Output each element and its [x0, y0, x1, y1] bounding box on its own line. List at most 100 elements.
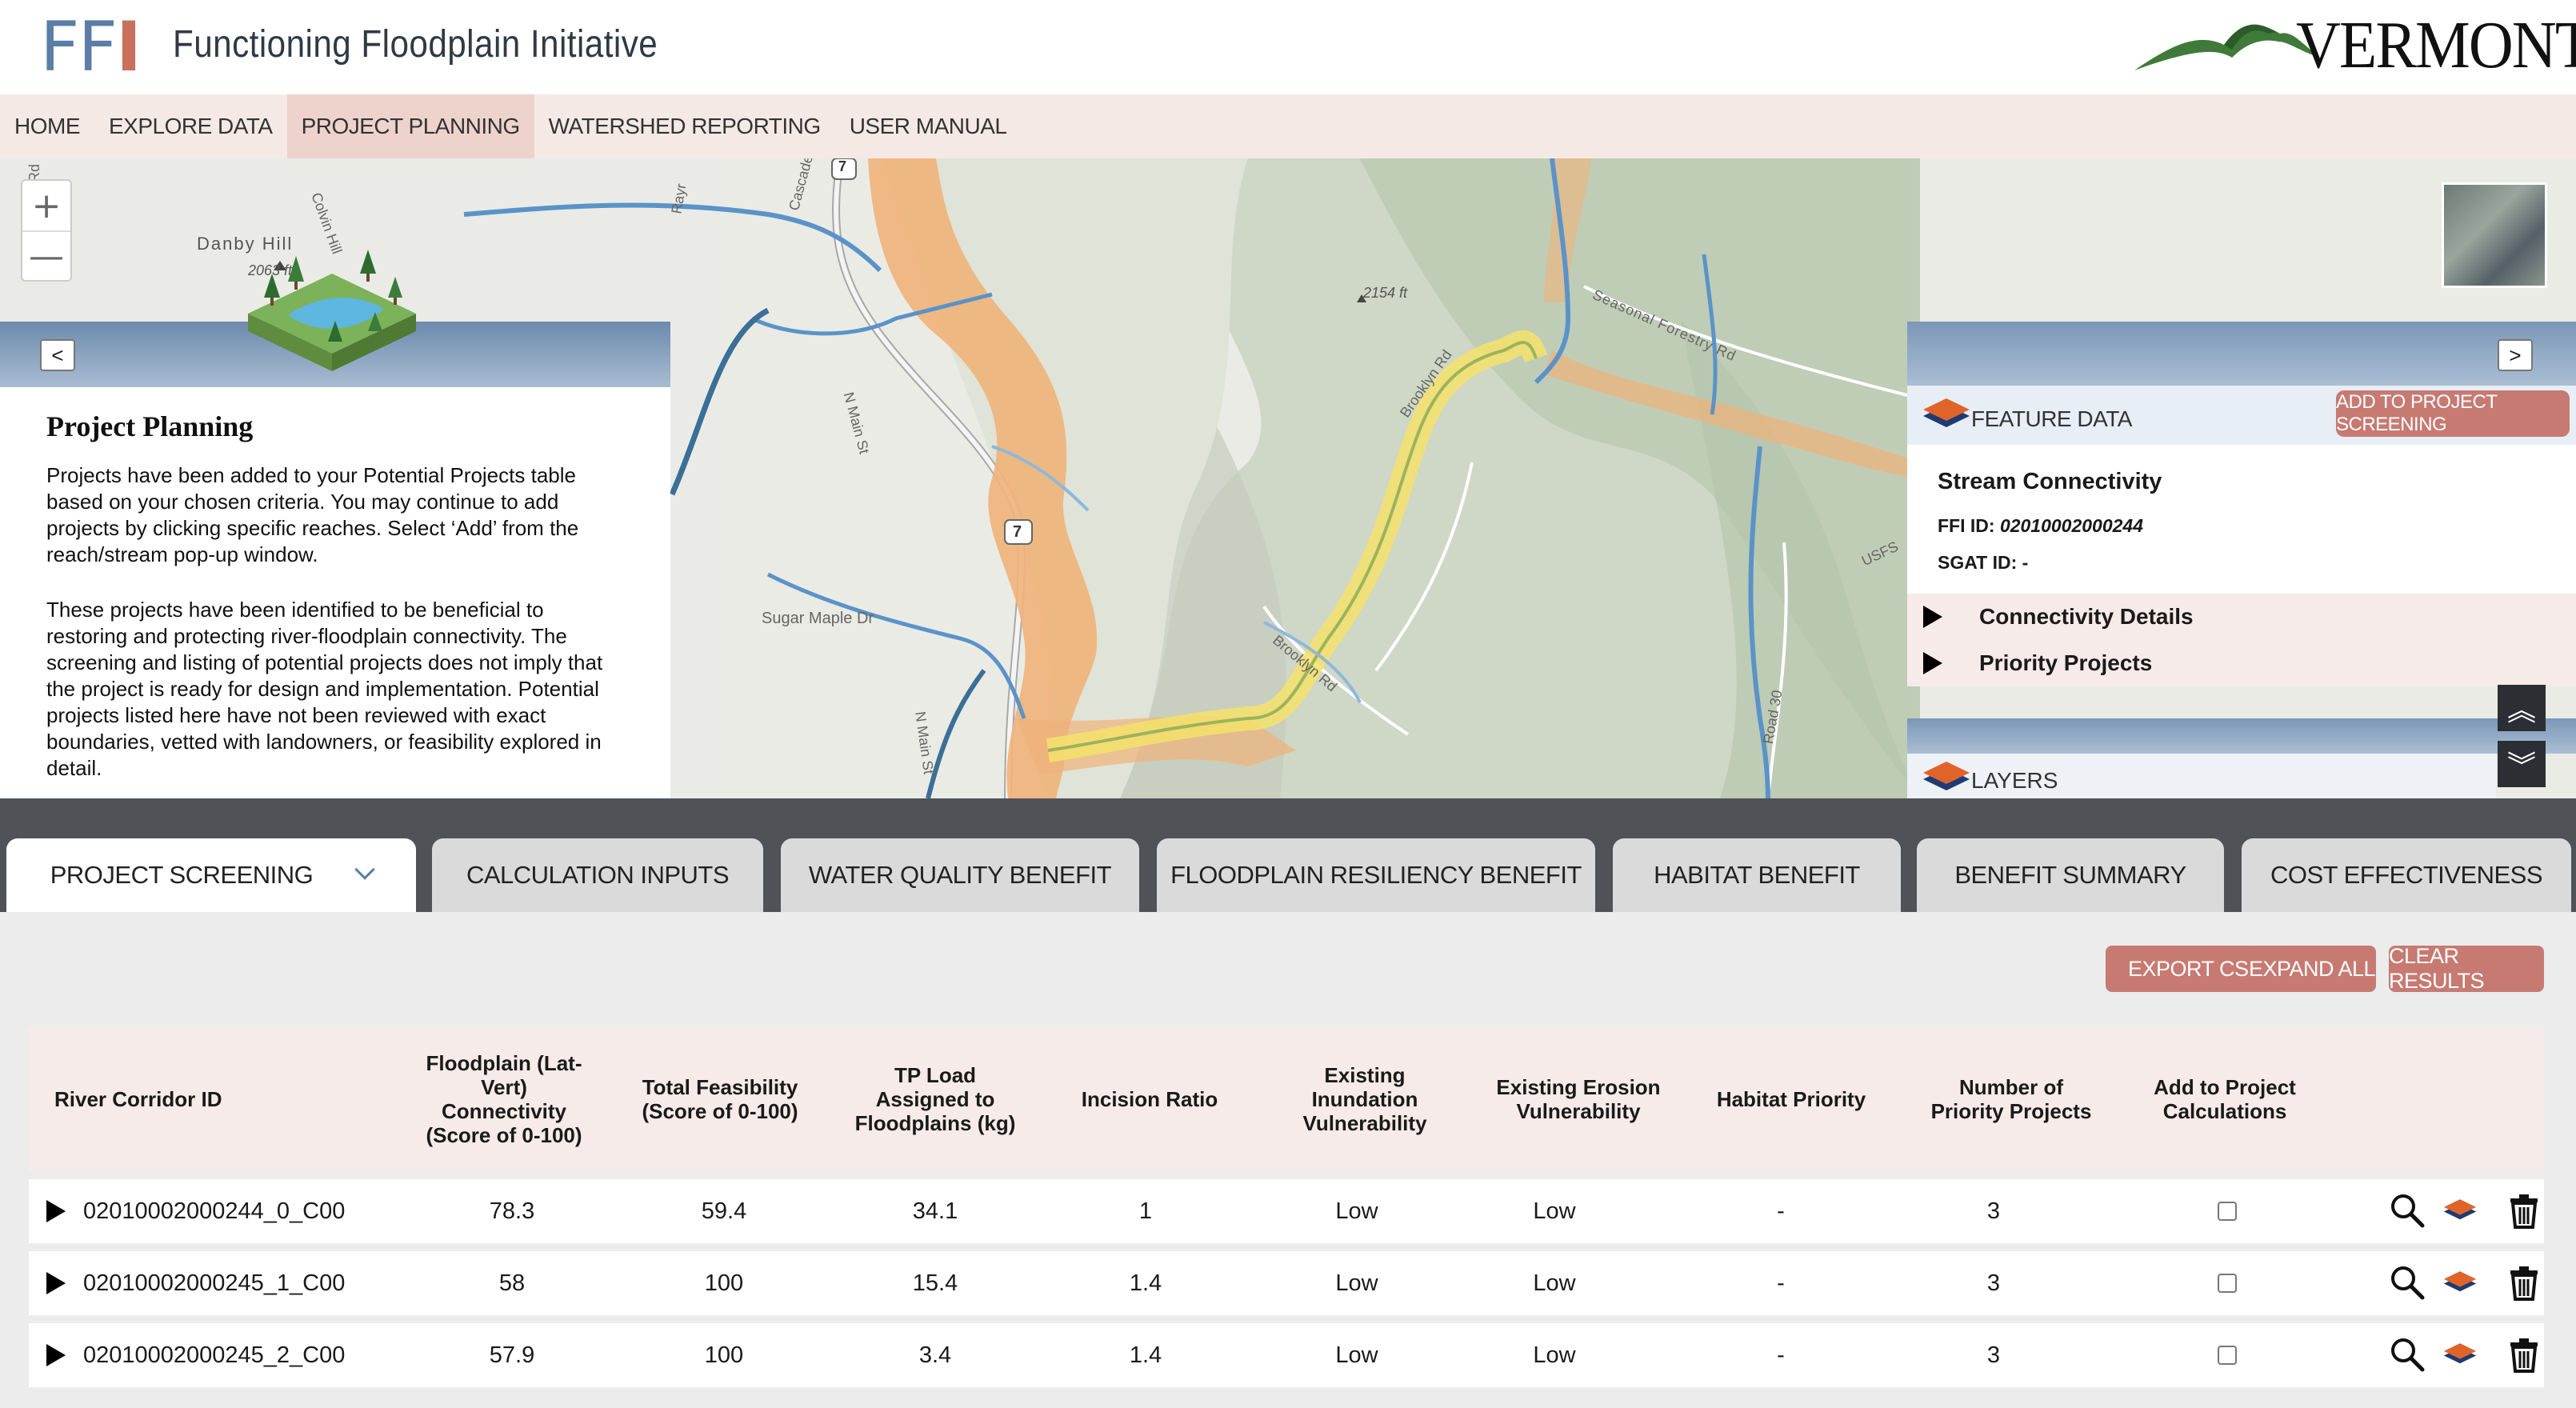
expand-triangle-icon — [1923, 606, 1942, 628]
row-expand-triangle-icon[interactable] — [46, 1200, 66, 1222]
cell-priority-projects: 3 — [1986, 1270, 2001, 1296]
panel-resize-handle[interactable] — [0, 798, 2576, 822]
tab-label: COST EFFECTIVENESS — [2270, 861, 2543, 889]
cell-river-corridor-id: 02010002000245_1_C00 — [83, 1270, 346, 1296]
delete-trash-icon[interactable] — [2506, 1192, 2542, 1229]
zoom-out-button[interactable]: — — [22, 230, 70, 280]
map-zoom-control: + — — [21, 179, 72, 282]
vermont-wordmark: VERMONT — [2296, 8, 2576, 82]
nav-project-planning[interactable]: PROJECT PLANNING — [286, 94, 534, 158]
tab-label: WATER QUALITY BENEFIT — [808, 861, 1112, 889]
tab-water-quality-benefit[interactable]: WATER QUALITY BENEFIT — [781, 838, 1139, 912]
right-panel-header — [1907, 322, 2576, 386]
column-habitat-priority: Habitat Priority — [1716, 1087, 1866, 1111]
cell-erosion: Low — [1533, 1198, 1576, 1224]
column-add-to-calculations: Add to Project Calculations — [2154, 1075, 2296, 1123]
cell-habitat: - — [1777, 1342, 1785, 1368]
zoom-in-button[interactable]: + — [22, 181, 70, 230]
left-panel-body: Project Planning Projects have been adde… — [0, 387, 670, 798]
add-to-calculations-checkbox[interactable] — [2218, 1202, 2237, 1221]
floodplain-illustration-icon — [248, 250, 416, 371]
add-to-calculations-checkbox[interactable] — [2218, 1274, 2237, 1293]
left-panel-paragraph-1: Projects have been added to your Potenti… — [46, 463, 579, 566]
double-chevron-down-icon[interactable]: ︾ — [2498, 741, 2546, 787]
row-expand-triangle-icon[interactable] — [46, 1272, 66, 1294]
nav-user-manual[interactable]: USER MANUAL — [835, 94, 1022, 158]
nav-watershed-reporting[interactable]: WATERSHED REPORTING — [534, 94, 835, 158]
cell-feasibility: 59.4 — [701, 1198, 747, 1224]
cell-erosion: Low — [1533, 1270, 1576, 1296]
zoom-to-search-icon[interactable] — [2389, 1192, 2426, 1229]
layers-header-bar — [1907, 718, 2576, 754]
column-river-corridor-id: River Corridor ID — [54, 1087, 222, 1111]
tab-habitat-benefit[interactable]: HABITAT BENEFIT — [1613, 838, 1901, 912]
add-to-calculations-checkbox[interactable] — [2218, 1346, 2237, 1365]
tab-project-screening[interactable]: PROJECT SCREENING — [6, 838, 416, 912]
accordion-priority-projects[interactable]: Priority Projects — [1907, 640, 2576, 686]
cell-tp-load: 15.4 — [912, 1270, 958, 1296]
left-panel-collapse-button[interactable]: < — [40, 339, 75, 371]
zoom-to-search-icon[interactable] — [2389, 1336, 2426, 1373]
accordion-label: Priority Projects — [1979, 650, 2153, 675]
column-inundation: Existing Inundation Vulnerability — [1302, 1063, 1427, 1135]
tab-label: CALCULATION INPUTS — [466, 861, 730, 889]
delete-trash-icon[interactable] — [2506, 1336, 2542, 1373]
column-erosion: Existing Erosion Vulnerability — [1496, 1075, 1661, 1123]
app-header: FFI Functioning Floodplain Initiative VE… — [0, 0, 2576, 94]
column-connectivity: Floodplain (Lat-Vert) Connectivity (Scor… — [426, 1051, 582, 1147]
tab-calculation-inputs[interactable]: CALCULATION INPUTS — [432, 838, 763, 912]
expand-all-button[interactable]: EXPAND ALL — [2248, 946, 2376, 992]
cell-habitat: - — [1777, 1270, 1785, 1296]
tab-benefit-summary[interactable]: BENEFIT SUMMARY — [1917, 838, 2224, 912]
cell-tp-load: 34.1 — [912, 1198, 958, 1224]
feature-name: Stream Connectivity — [1938, 469, 2162, 494]
map-label-route-7-top: 7 — [838, 158, 847, 174]
cell-river-corridor-id: 02010002000245_2_C00 — [83, 1342, 346, 1368]
accordion-connectivity-details[interactable]: Connectivity Details — [1907, 594, 2576, 640]
ffi-id-label: FFI ID: — [1938, 515, 1995, 536]
zoom-to-search-icon[interactable] — [2389, 1264, 2426, 1301]
right-panel-expand-button[interactable]: > — [2498, 339, 2533, 371]
cell-tp-load: 3.4 — [918, 1342, 952, 1368]
layers-icon[interactable] — [2442, 1334, 2478, 1371]
cell-connectivity: 57.9 — [489, 1342, 535, 1368]
row-expand-triangle-icon[interactable] — [46, 1344, 66, 1366]
map-label-sugar-maple: Sugar Maple Dr — [762, 610, 874, 627]
main-nav: HOME EXPLORE DATA PROJECT PLANNING WATER… — [0, 94, 2576, 158]
nav-explore-data[interactable]: EXPLORE DATA — [94, 94, 287, 158]
tab-label: BENEFIT SUMMARY — [1954, 861, 2186, 889]
cell-inundation: Low — [1335, 1342, 1378, 1368]
tab-label: HABITAT BENEFIT — [1654, 861, 1860, 889]
cell-feasibility: 100 — [704, 1270, 744, 1296]
feature-data-label: FEATURE DATA — [1971, 406, 2132, 431]
cell-incision: 1.4 — [1129, 1270, 1162, 1296]
tab-label: PROJECT SCREENING — [50, 861, 314, 889]
ffi-logo[interactable]: FFI — [40, 11, 142, 83]
cell-inundation: Low — [1335, 1198, 1378, 1224]
clear-results-button[interactable]: CLEAR RESULTS — [2389, 944, 2544, 993]
cell-habitat: - — [1777, 1198, 1785, 1224]
cell-connectivity: 78.3 — [489, 1198, 535, 1224]
column-tp-load: TP Load Assigned to Floodplains (kg) — [854, 1063, 1016, 1135]
double-chevron-up-icon[interactable]: ︽ — [2498, 685, 2546, 731]
accordion-label: Connectivity Details — [1979, 604, 2194, 629]
cell-incision: 1.4 — [1129, 1342, 1162, 1368]
left-panel-paragraph-2: These projects have been identified to b… — [46, 598, 603, 780]
map-label-route-7-mid: 7 — [1013, 523, 1022, 541]
tab-floodplain-resiliency-benefit[interactable]: FLOODPLAIN RESILIENCY BENEFIT — [1157, 838, 1595, 912]
layers-icon[interactable] — [2442, 1190, 2478, 1227]
site-title: Functioning Floodplain Initiative — [173, 23, 658, 66]
cell-priority-projects: 3 — [1986, 1342, 2001, 1368]
layers-icon[interactable] — [2442, 1262, 2478, 1299]
column-feasibility: Total Feasibility (Score of 0-100) — [642, 1075, 798, 1123]
cell-connectivity: 58 — [498, 1270, 526, 1296]
add-to-project-screening-button[interactable]: ADD TO PROJECT SCREENING — [2336, 390, 2570, 437]
expand-triangle-icon — [1923, 652, 1942, 674]
tab-cost-effectiveness[interactable]: COST EFFECTIVENESS — [2242, 838, 2571, 912]
basemap-toggle-thumbnail[interactable] — [2442, 182, 2547, 288]
sgat-id-value: - — [2022, 552, 2029, 573]
cell-river-corridor-id: 02010002000244_0_C00 — [83, 1198, 346, 1224]
nav-home[interactable]: HOME — [0, 94, 94, 158]
delete-trash-icon[interactable] — [2506, 1264, 2542, 1301]
map-label-elev-2154: 2154 ft — [1363, 285, 1408, 301]
